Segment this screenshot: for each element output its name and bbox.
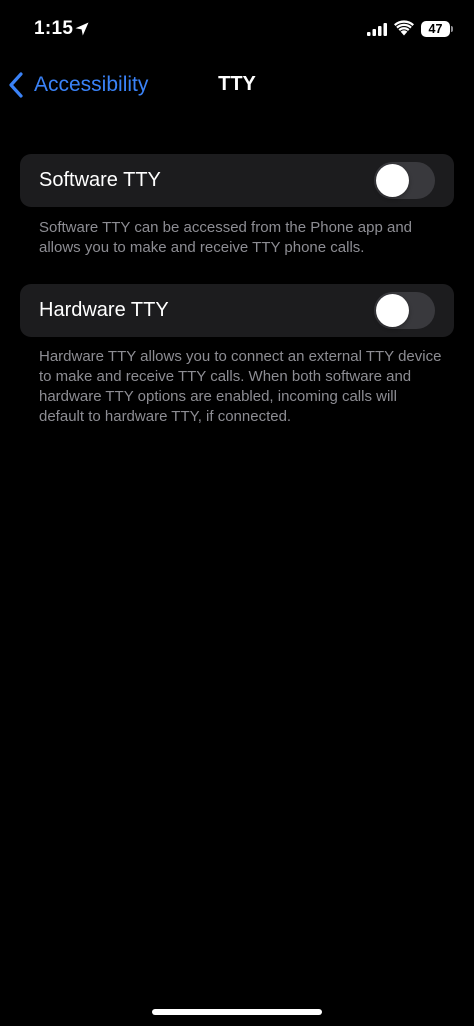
back-button[interactable]: Accessibility xyxy=(8,68,148,102)
hardware-tty-footer: Hardware TTY allows you to connect an ex… xyxy=(39,348,442,425)
location-arrow-icon xyxy=(75,22,89,36)
status-time: 1:15 xyxy=(34,18,74,39)
software-tty-label: Software TTY xyxy=(39,169,161,191)
battery-nub xyxy=(451,26,453,32)
navigation-bar: TTY Accessibility xyxy=(0,60,474,110)
software-tty-footer: Software TTY can be accessed from the Ph… xyxy=(39,219,413,256)
hardware-tty-label: Hardware TTY xyxy=(39,299,169,321)
cellular-signal-icon xyxy=(367,23,387,36)
status-bar: 1:15 47 xyxy=(0,0,474,60)
software-tty-toggle[interactable] xyxy=(374,162,435,199)
back-button-label: Accessibility xyxy=(34,73,149,96)
toggle-knob xyxy=(376,164,409,197)
battery-icon: 47 xyxy=(421,21,450,37)
chevron-left-icon xyxy=(9,72,23,98)
hardware-tty-toggle[interactable] xyxy=(374,292,435,329)
software-tty-row: Software TTY xyxy=(20,154,454,207)
hardware-tty-row: Hardware TTY xyxy=(20,284,454,337)
wifi-icon xyxy=(394,20,414,36)
battery-level: 47 xyxy=(428,22,443,36)
home-indicator[interactable] xyxy=(152,1009,322,1015)
toggle-knob xyxy=(376,294,409,327)
